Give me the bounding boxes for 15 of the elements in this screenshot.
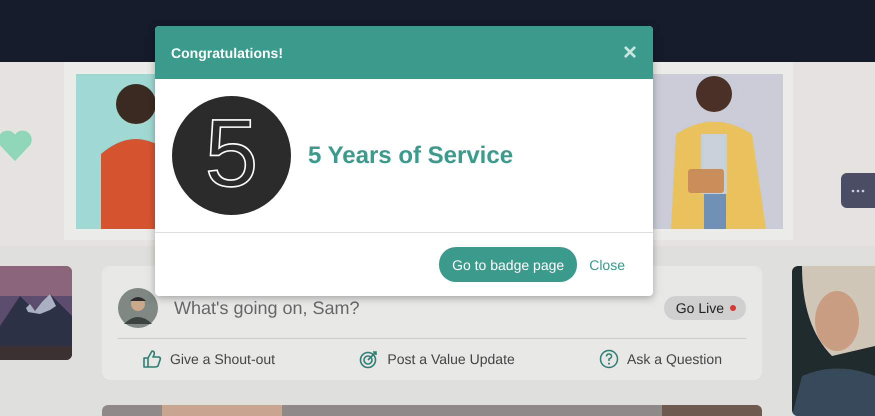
avatar <box>118 288 158 328</box>
post-action[interactable]: Ask a Question <box>599 349 722 369</box>
thumbs-up-icon <box>142 349 162 369</box>
composer-field[interactable]: What's going on, Sam? <box>174 298 648 318</box>
live-dot-icon <box>730 305 736 311</box>
post-action[interactable]: Post a Value Update <box>359 349 515 369</box>
more-icon <box>850 188 865 192</box>
modal-title: Congratulations! <box>171 44 283 60</box>
question-icon <box>599 349 620 369</box>
badge: 5 <box>172 96 291 215</box>
more-button[interactable] <box>840 173 875 208</box>
post-action[interactable]: Give a Shout-out <box>142 349 276 369</box>
target-icon <box>359 349 380 369</box>
go-live-button[interactable]: Go Live <box>664 296 746 320</box>
badge-title: 5 Years of Service <box>308 142 514 170</box>
